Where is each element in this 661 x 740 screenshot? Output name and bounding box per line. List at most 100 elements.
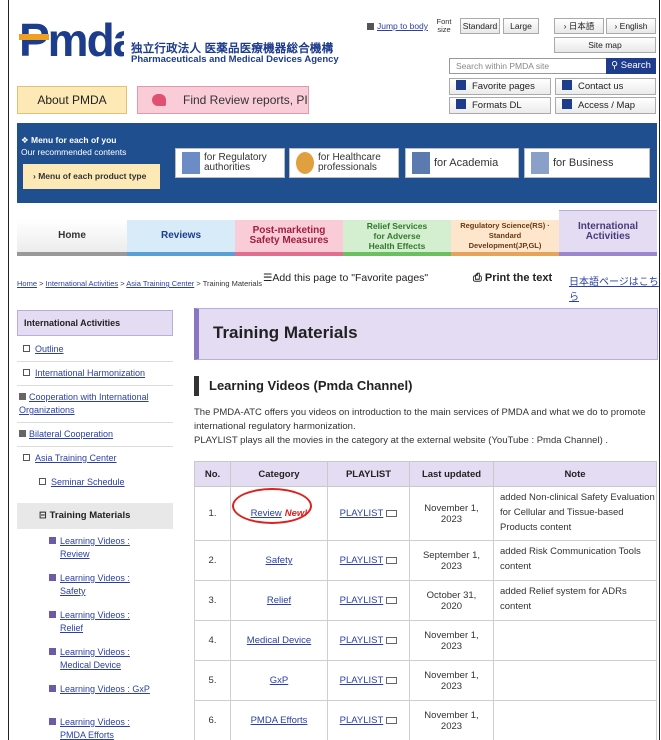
tab-reviews[interactable]: Reviews (127, 220, 235, 256)
category-link-gxp[interactable]: GxP (270, 675, 288, 686)
category-cell: PMDA Efforts (230, 700, 328, 740)
note-cell: added Non-clinical Safety Evaluation for… (493, 486, 657, 541)
updated-date: November 1, (424, 709, 479, 721)
audience-academia-button[interactable]: for Academia (405, 148, 519, 178)
sidebar-subitem-safety[interactable]: Learning Videos : Safety (49, 572, 130, 598)
category-link-relief[interactable]: Relief (267, 595, 291, 606)
global-nav: Home Reviews Post-marketing Safety Measur… (17, 210, 657, 256)
jump-to-body-link[interactable]: Jump to body (367, 21, 428, 31)
sidebar-item-bilateral[interactable]: Bilateral Cooperation (19, 428, 165, 441)
list-icon: ☰ (263, 272, 273, 284)
sidebar-item-label: Seminar Schedule (51, 477, 125, 487)
about-pmda-button[interactable]: About PMDA (17, 86, 127, 114)
tab-international-activities[interactable]: International Activities (559, 210, 657, 256)
playlist-link[interactable]: PLAYLIST (340, 715, 384, 726)
updated-year: 2023 (440, 680, 463, 692)
playlist-link[interactable]: PLAYLIST (340, 635, 384, 646)
tab-relief-services[interactable]: Relief Services for Adverse Health Effects (343, 220, 451, 256)
favorite-pages-button[interactable]: Favorite pages (449, 78, 551, 95)
printer-icon: ⎙ (473, 272, 482, 284)
category-link-pmda-efforts[interactable]: PMDA Efforts (251, 715, 308, 726)
find-review-button[interactable]: Find Review reports, PI (137, 86, 309, 114)
table-row: 2. Safety PLAYLIST September 1, 2023 adde… (194, 540, 657, 581)
category-link-review[interactable]: Review (251, 508, 282, 519)
contact-us-label: Contact us (578, 81, 624, 92)
category-link-safety[interactable]: Safety (266, 555, 293, 566)
sidebar-subitem-relief[interactable]: Learning Videos : Relief (49, 609, 130, 635)
japanese-page-link[interactable]: 日本語ページはこちら (569, 273, 659, 303)
sidebar-subitem-gxp[interactable]: Learning Videos : GxP (49, 683, 150, 696)
tab-home[interactable]: Home (17, 220, 127, 256)
tab-rs-l2: Standard (488, 231, 522, 240)
audience-healthcare-l2: professionals (318, 162, 377, 173)
playlist-link[interactable]: PLAYLIST (340, 555, 384, 566)
note-cell (493, 620, 657, 661)
sidebar-item-outline[interactable]: Outline (23, 343, 169, 356)
square-icon (49, 685, 56, 692)
playlist-link[interactable]: PLAYLIST (340, 595, 384, 606)
lang-jp-button[interactable]: › 日本語 (554, 18, 604, 34)
tab-relief-l2: for Adverse (373, 231, 421, 241)
sidebar-heading: International Activities (17, 310, 173, 336)
playlist-link[interactable]: PLAYLIST (340, 508, 384, 519)
sidebar-subitem-medical-device[interactable]: Learning Videos : Medical Device (49, 646, 130, 672)
sidebar-item-training-materials[interactable]: ⊟ Training Materials (17, 503, 173, 529)
sidebar-item-label: Asia Training Center (35, 453, 117, 463)
subitem-l1: Learning Videos : (60, 610, 130, 620)
lang-en-button[interactable]: › English (606, 18, 656, 34)
sidebar-selected-label: Training Materials (49, 510, 131, 521)
print-button[interactable]: ⎙ Print the text (473, 272, 552, 285)
col-header: No. (194, 461, 231, 487)
microscope-icon (412, 152, 430, 174)
sidebar-item-atc[interactable]: Asia Training Center (23, 452, 169, 465)
tab-regulatory-science[interactable]: Regulatory Science(RS) · Standard Developm… (451, 220, 559, 256)
audience-business-button[interactable]: for Business (524, 148, 650, 178)
sidebar-item-harmonization[interactable]: International Harmonization (23, 367, 169, 380)
sidebar-item-cooperation[interactable]: Cooperation with International Organizat… (19, 391, 165, 417)
breadcrumb-atc[interactable]: Asia Training Center (126, 279, 194, 288)
row-number: 1. (194, 486, 231, 541)
menu-product-type-button[interactable]: › Menu of each product type (23, 164, 160, 189)
sidebar-subitem-review[interactable]: Learning Videos : Review (49, 535, 130, 561)
building-icon (182, 152, 200, 174)
breadcrumb-home[interactable]: Home (17, 279, 37, 288)
font-large-button[interactable]: Large (503, 18, 539, 34)
formats-dl-button[interactable]: Formats DL (449, 97, 551, 114)
add-favorite-button[interactable]: ☰Add this page to "Favorite pages" (263, 272, 428, 284)
sidebar-subitem-pmda-efforts[interactable]: Learning Videos : PMDA Efforts (49, 716, 130, 740)
updated-date: October 31, (426, 589, 477, 601)
updated-date: November 1, (424, 629, 479, 641)
speech-bubble-icon (152, 94, 166, 106)
table-header-row: No. Category PLAYLIST Last updated Note (194, 461, 657, 487)
row-number: 2. (194, 540, 231, 581)
category-link-medical-device[interactable]: Medical Device (247, 635, 311, 646)
updated-cell: November 1, 2023 (409, 620, 494, 661)
menu-title-text: Menu for each of you (30, 135, 117, 145)
audience-healthcare-button[interactable]: for Healthcare professionals (289, 148, 399, 178)
agency-name-en: Pharmaceuticals and Medical Devices Agen… (131, 54, 339, 65)
search-input[interactable]: Search within PMDA site (449, 58, 607, 74)
page-title-box: Training Materials (194, 308, 658, 360)
font-size-label: Font size (436, 17, 452, 34)
divider (17, 446, 173, 447)
external-window-icon (386, 510, 398, 517)
contact-us-button[interactable]: Contact us (555, 78, 656, 95)
sidebar-item-seminar[interactable]: Seminar Schedule (39, 476, 169, 489)
add-favorite-label: Add this page to "Favorite pages" (272, 272, 429, 284)
category-cell: Safety (230, 540, 328, 581)
pmda-logo[interactable]: Pmda (19, 14, 124, 62)
tab-post-marketing[interactable]: Post-marketing Safety Measures (235, 220, 343, 256)
tab-rs-l1: Regulatory Science(RS) · (460, 221, 550, 230)
search-button[interactable]: ⚲ Search (606, 58, 656, 74)
external-window-icon (386, 677, 398, 684)
videos-table: No. Category PLAYLIST Last updated Note … (194, 461, 657, 740)
formats-dl-label: Formats DL (472, 100, 522, 111)
playlist-link[interactable]: PLAYLIST (340, 675, 384, 686)
access-map-button[interactable]: Access / Map (555, 97, 656, 114)
sitemap-button[interactable]: Site map (554, 37, 656, 53)
phone-icon (562, 80, 572, 90)
font-standard-button[interactable]: Standard (460, 18, 500, 34)
updated-year: 2023 (440, 720, 463, 732)
breadcrumb-international[interactable]: International Activities (46, 279, 119, 288)
audience-regulatory-button[interactable]: for Regulatory authorities (175, 148, 285, 178)
